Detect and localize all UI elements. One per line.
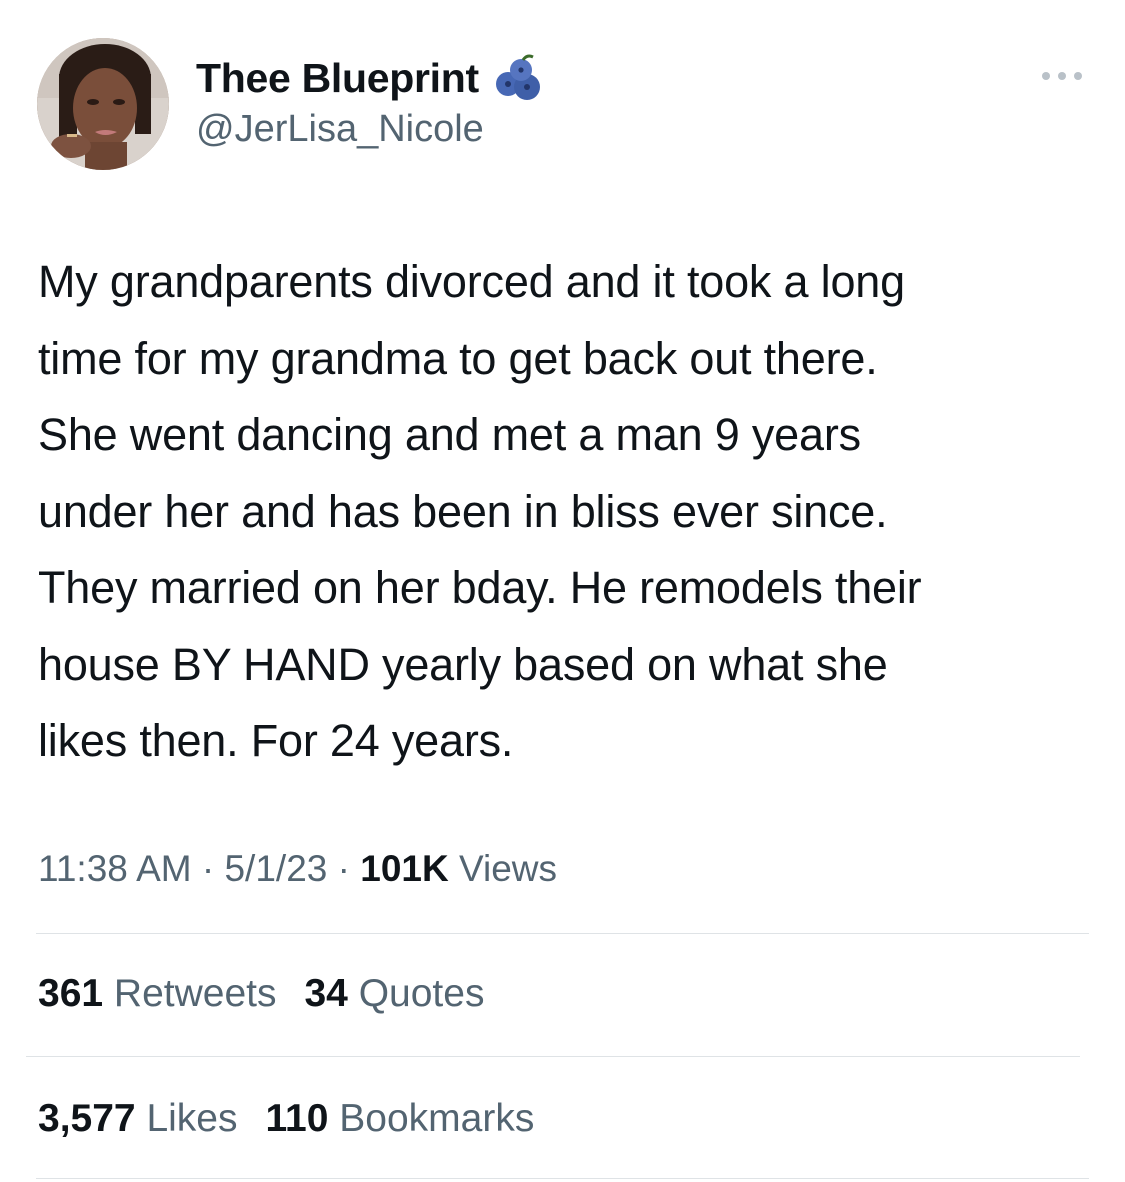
tweet-detail: Thee Blueprint @JerLisa_Nicole My grandp… (0, 0, 1125, 1182)
blueberries-emoji-icon (493, 54, 545, 102)
bookmarks-count: 110 (265, 1097, 329, 1140)
divider (36, 1178, 1089, 1179)
tweet-time[interactable]: 11:38 AM (38, 848, 192, 889)
bookmarks-label: Bookmarks (328, 1097, 535, 1140)
likes-label: Likes (135, 1097, 238, 1140)
engagement-row-2: 3,577 Likes 110 Bookmarks (38, 1097, 534, 1141)
author-name-row: Thee Blueprint (196, 52, 545, 104)
quotes-stat[interactable]: 34 Quotes (304, 972, 484, 1015)
more-options-icon[interactable] (1038, 64, 1086, 88)
divider (26, 1056, 1080, 1057)
tweet-text: My grandparents divorced and it took a l… (38, 256, 922, 766)
retweets-count: 361 (38, 972, 104, 1015)
profile-photo-illustration (37, 38, 169, 170)
author-handle[interactable]: @JerLisa_Nicole (196, 108, 484, 151)
likes-stat[interactable]: 3,577 Likes (38, 1097, 238, 1140)
tweet-metadata: 11:38 AM · 5/1/23 · 101K Views (38, 848, 557, 890)
bookmarks-stat[interactable]: 110 Bookmarks (266, 1097, 535, 1140)
meta-separator: · (327, 848, 361, 889)
display-name[interactable]: Thee Blueprint (196, 55, 479, 102)
meta-separator: · (191, 848, 225, 889)
retweets-label: Retweets (103, 972, 277, 1015)
retweets-stat[interactable]: 361 Retweets (38, 972, 276, 1015)
engagement-row-1: 361 Retweets 34 Quotes (38, 972, 484, 1016)
tweet-date[interactable]: 5/1/23 (224, 848, 327, 889)
quotes-label: Quotes (347, 972, 485, 1015)
quotes-count: 34 (304, 972, 348, 1015)
divider (36, 933, 1089, 934)
avatar[interactable] (37, 38, 169, 170)
views-count: 101K (360, 848, 449, 889)
likes-count: 3,577 (38, 1097, 136, 1140)
views-label: Views (448, 848, 558, 889)
